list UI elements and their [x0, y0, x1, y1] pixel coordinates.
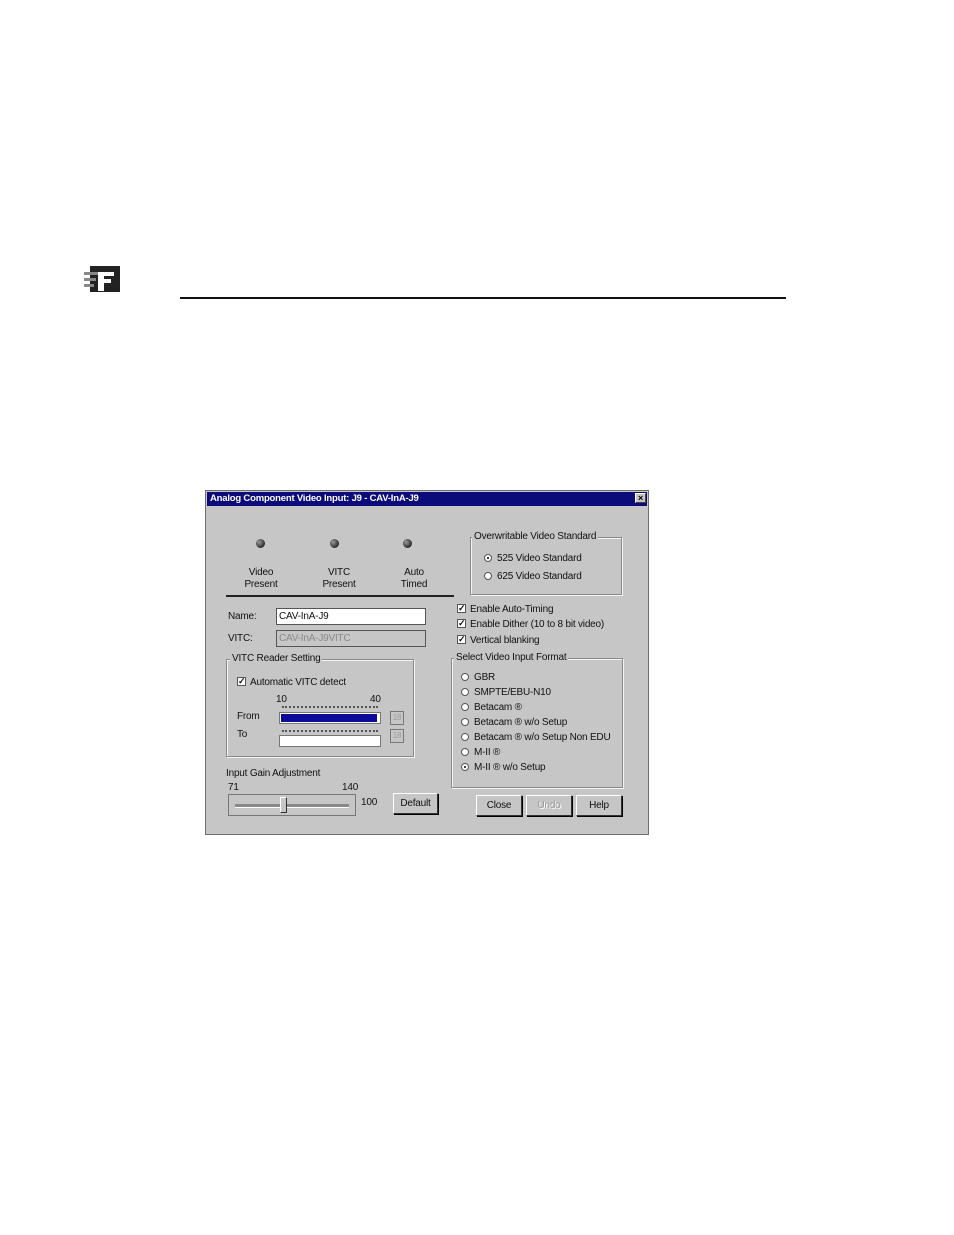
radio-format-gbr[interactable] [461, 673, 469, 681]
auto-timed-led-icon [403, 539, 412, 548]
radio-format-mii-no-setup[interactable] [461, 763, 469, 771]
vitc-range-max: 40 [370, 694, 381, 705]
video-input-format-group-title: Select Video Input Format [454, 652, 569, 663]
radio-525-label: 525 Video Standard [497, 553, 582, 564]
from-label: From [237, 711, 260, 722]
radio-format-betacam-no-setup-non-edu[interactable] [461, 733, 469, 741]
indicator-separator [226, 595, 454, 597]
enable-auto-timing-checkbox[interactable]: ✓ [457, 604, 466, 613]
radio-format-label: Betacam ® w/o Setup [474, 717, 568, 728]
auto-vitc-detect-checkbox[interactable]: ✓ [237, 677, 246, 686]
radio-format-mii[interactable] [461, 748, 469, 756]
analog-video-input-dialog: Analog Component Video Input: J9 - CAV-I… [205, 490, 649, 835]
header-rule [180, 297, 786, 299]
help-button[interactable]: Help [576, 795, 622, 816]
close-icon[interactable]: × [635, 493, 646, 503]
name-input[interactable]: CAV-InA-J9 [276, 608, 426, 625]
gain-min-label: 71 [228, 782, 239, 793]
vitc-input[interactable]: CAV-InA-J9VITC [276, 630, 426, 647]
enable-dither-label: Enable Dither (10 to 8 bit video) [470, 619, 605, 630]
name-label: Name: [228, 611, 257, 622]
undo-button[interactable]: Undo [526, 795, 572, 816]
radio-format-label: M-II ® [474, 747, 501, 758]
company-logo-icon [84, 264, 122, 294]
vitc-range-min: 10 [276, 694, 287, 705]
gain-slider-track [235, 804, 349, 808]
radio-625-label: 625 Video Standard [497, 571, 582, 582]
enable-auto-timing-label: Enable Auto-Timing [470, 604, 554, 615]
video-present-led-icon [256, 539, 265, 548]
vitc-present-led-icon [330, 539, 339, 548]
radio-525-standard[interactable] [484, 554, 492, 562]
video-present-label: Video Present [244, 567, 278, 590]
radio-format-label: Betacam ® w/o Setup Non EDU [474, 732, 611, 743]
to-ticks [282, 730, 378, 734]
vertical-blanking-checkbox[interactable]: ✓ [457, 635, 466, 644]
radio-format-label: GBR [474, 672, 496, 683]
gain-slider[interactable] [228, 794, 356, 816]
radio-format-label: Betacam ® [474, 702, 522, 713]
radio-625-standard[interactable] [484, 572, 492, 580]
video-standard-group-title: Overwritable Video Standard [472, 531, 599, 542]
gain-title: Input Gain Adjustment [226, 768, 321, 779]
radio-format-betacam-no-setup[interactable] [461, 718, 469, 726]
enable-dither-checkbox[interactable]: ✓ [457, 619, 466, 628]
gain-value: 100 [361, 797, 378, 808]
vertical-blanking-label: Vertical blanking [470, 635, 540, 646]
to-value-box[interactable]: 18 [390, 729, 404, 743]
vitc-present-label: VITC Present [322, 567, 356, 590]
radio-format-label: M-II ® w/o Setup [474, 762, 546, 773]
video-standard-group [470, 537, 622, 595]
dialog-title: Analog Component Video Input: J9 - CAV-I… [207, 492, 647, 506]
close-button[interactable]: Close [476, 795, 522, 816]
from-trackbar[interactable] [279, 712, 381, 724]
radio-format-label: SMPTE/EBU-N10 [474, 687, 551, 698]
auto-vitc-detect-label: Automatic VITC detect [250, 677, 346, 688]
gain-slider-thumb[interactable] [279, 797, 287, 813]
auto-timed-label: Auto Timed [400, 567, 428, 590]
vitc-label: VITC: [228, 633, 253, 644]
from-value-box[interactable]: 18 [390, 711, 404, 725]
radio-format-betacam[interactable] [461, 703, 469, 711]
to-label: To [237, 729, 248, 740]
default-button[interactable]: Default [393, 793, 438, 814]
to-trackbar[interactable] [279, 735, 381, 747]
from-ticks [282, 706, 378, 710]
radio-format-smpte[interactable] [461, 688, 469, 696]
from-trackbar-fill [281, 714, 378, 722]
vitc-reader-group-title: VITC Reader Setting [230, 653, 323, 664]
gain-max-label: 140 [342, 782, 359, 793]
